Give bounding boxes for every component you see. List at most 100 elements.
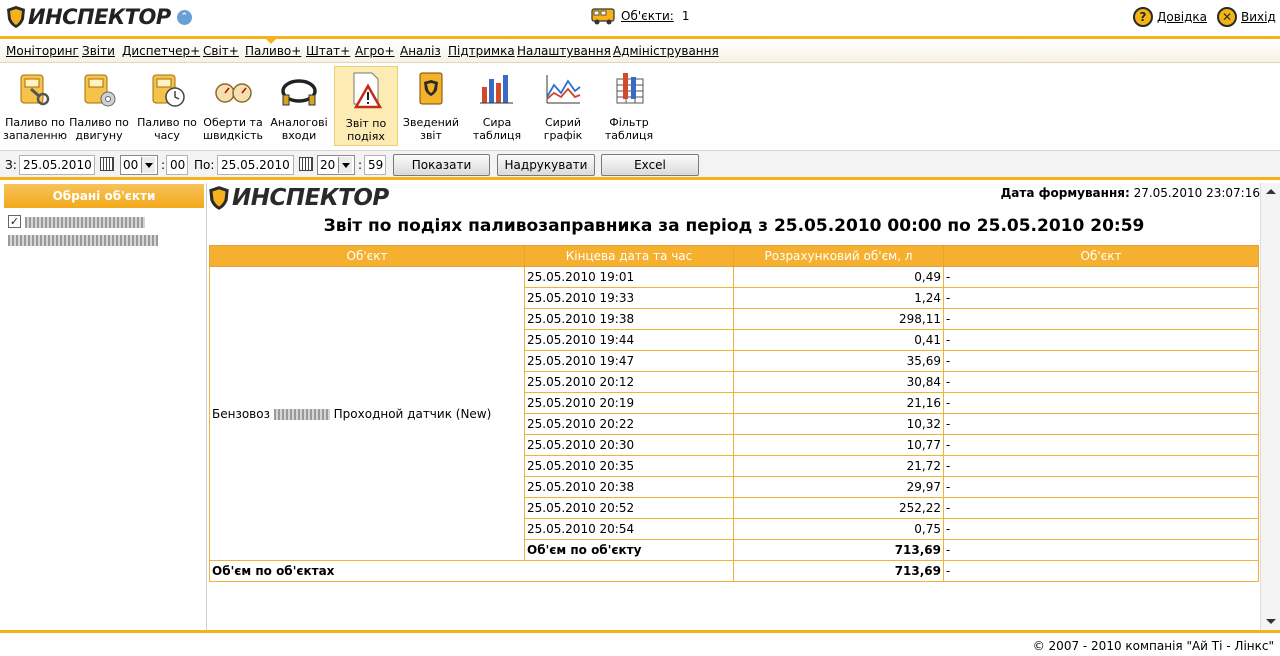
event-date-cell: 25.05.2010 19:47: [524, 350, 734, 372]
menu-item-settings[interactable]: Налаштування: [517, 44, 611, 58]
fuel-key-icon: [20, 74, 50, 106]
from-label: З:: [5, 158, 17, 172]
tool-label: Оберти та швидкість: [203, 116, 263, 142]
report-title: Звіт по подіях паливозаправника за періо…: [323, 216, 1145, 236]
cable-icon: [281, 79, 317, 106]
menu-item-agro[interactable]: Агро+: [355, 44, 395, 58]
event-date-cell: 25.05.2010 20:35: [524, 455, 734, 477]
menu-item-world[interactable]: Світ+: [203, 44, 239, 58]
chevron-down-icon: [141, 157, 156, 173]
exit-link[interactable]: ✕ Вихід: [1217, 7, 1276, 27]
menu-item-support[interactable]: Підтримка: [448, 44, 515, 58]
report-logo: ИНСПЕКТОР: [208, 185, 389, 211]
volume-cell: 21,72: [733, 455, 944, 477]
to-date-input[interactable]: 25.05.2010: [217, 155, 294, 175]
menu-item-reports[interactable]: Звіти: [82, 44, 115, 58]
to-minute-input[interactable]: 59: [364, 155, 386, 175]
menu-item-monitoring[interactable]: Моніторинг: [6, 44, 79, 58]
volume-cell: 252,22: [733, 497, 944, 519]
tool-label: Сира таблиця: [472, 116, 522, 142]
calendar-icon[interactable]: [299, 157, 313, 171]
menu-item-dispatcher[interactable]: Диспетчер+: [122, 44, 200, 58]
subtotal-note: -: [943, 539, 1259, 561]
tool-label: Паливо по часу: [137, 116, 197, 142]
tool-analog-inputs[interactable]: Аналогові входи: [267, 66, 331, 146]
generation-date-label: Дата формування:: [1000, 186, 1130, 200]
total-note: -: [943, 560, 1259, 582]
main-menu: Моніторинг Звіти Диспетчер+ Світ+ Паливо…: [0, 36, 1280, 63]
object-checkbox[interactable]: ✓: [8, 215, 21, 228]
note-cell: -: [943, 308, 1259, 330]
tool-fuel-by-time[interactable]: Паливо по часу: [135, 66, 199, 146]
object-name-redacted[interactable]: [25, 217, 145, 228]
to-hour-select[interactable]: 20: [317, 155, 356, 175]
exit-label: Вихід: [1241, 10, 1276, 24]
help-icon: ?: [1133, 7, 1153, 27]
volume-cell: 21,16: [733, 392, 944, 414]
menu-item-staff[interactable]: Штат+: [306, 44, 350, 58]
bar-chart-icon: [480, 75, 513, 104]
total-value: 713,69: [733, 560, 944, 582]
volume-cell: 1,24: [733, 287, 944, 309]
tool-label: Паливо по двигуну: [69, 116, 129, 142]
tool-summary-report[interactable]: Зведений звіт: [399, 66, 463, 146]
calendar-icon[interactable]: [100, 157, 114, 171]
app-logo[interactable]: ИНСПЕКТОР ⌃: [6, 5, 192, 29]
tool-raw-chart[interactable]: Сирий графік: [531, 66, 595, 146]
line-chart-icon: [546, 75, 581, 104]
chevron-down-icon: [338, 157, 353, 173]
show-button[interactable]: Показати: [393, 154, 490, 176]
event-date-cell: 25.05.2010 20:19: [524, 392, 734, 414]
tool-fuel-by-ignition[interactable]: Паливо по запаленню: [3, 66, 67, 146]
vertical-scrollbar[interactable]: [1260, 183, 1280, 630]
note-cell: -: [943, 413, 1259, 435]
volume-cell: 298,11: [733, 308, 944, 330]
from-date-input[interactable]: 25.05.2010: [19, 155, 95, 175]
object-suffix: Проходной датчик (New): [333, 406, 492, 421]
volume-cell: 0,49: [733, 266, 944, 288]
objects-link[interactable]: Об'єкти:: [621, 9, 674, 23]
event-date-cell: 25.05.2010 20:30: [524, 434, 734, 456]
event-date-cell: 25.05.2010 19:38: [524, 308, 734, 330]
shield-logo-icon: [209, 186, 229, 210]
filter-table-icon: [616, 73, 644, 104]
help-link[interactable]: ? Довідка: [1133, 7, 1207, 27]
volume-cell: 10,77: [733, 434, 944, 456]
warning-doc-icon: [353, 72, 383, 109]
table-header-row: Об'єкт Кінцева дата та час Розрахунковий…: [209, 245, 1259, 267]
from-minute-input[interactable]: 00: [166, 155, 188, 175]
from-hour-select[interactable]: 00: [120, 155, 159, 175]
column-header: Кінцева дата та час: [524, 245, 734, 267]
column-header: Об'єкт: [943, 245, 1259, 267]
tool-raw-table[interactable]: Сира таблиця: [465, 66, 529, 146]
note-cell: -: [943, 392, 1259, 414]
tool-events-report[interactable]: Звіт по подіях: [334, 66, 398, 146]
print-button[interactable]: Надрукувати: [497, 154, 595, 176]
copyright-text: © 2007 - 2010 компанія "Ай Ті - Лінкс": [1032, 639, 1274, 653]
object-prefix: Бензовоз: [212, 406, 270, 421]
tool-label: Сирий графік: [543, 116, 583, 142]
volume-cell: 10,32: [733, 413, 944, 435]
to-label: По:: [194, 158, 215, 172]
footer: © 2007 - 2010 компанія "Ай Ті - Лінкс": [0, 630, 1280, 656]
menu-item-analysis[interactable]: Аналіз: [400, 44, 441, 58]
menu-item-fuel[interactable]: Паливо+: [245, 44, 301, 58]
note-cell: -: [943, 350, 1259, 372]
scroll-up-icon[interactable]: [1266, 189, 1276, 194]
book-icon: [419, 72, 443, 105]
objects-indicator: Об'єкти: 1: [591, 6, 689, 26]
event-date-cell: 25.05.2010 20:38: [524, 476, 734, 498]
collapse-up-icon[interactable]: ⌃: [176, 9, 192, 25]
excel-button[interactable]: Excel: [601, 154, 699, 176]
tool-label: Паливо по запаленню: [3, 116, 67, 142]
fuel-clock-icon: [152, 74, 185, 107]
event-date-cell: 25.05.2010 19:44: [524, 329, 734, 351]
tool-fuel-by-engine[interactable]: Паливо по двигуну: [67, 66, 131, 146]
tool-label: Аналогові входи: [270, 116, 328, 142]
tool-filter-table[interactable]: Фільтр таблиця: [597, 66, 661, 146]
tool-rpm-speed[interactable]: Оберти та швидкість: [201, 66, 265, 146]
menu-item-administration[interactable]: Адміністрування: [613, 44, 719, 58]
scroll-down-icon[interactable]: [1266, 619, 1276, 624]
selected-objects-panel: Обрані об'єкти ✓: [0, 183, 207, 630]
event-date-cell: 25.05.2010 20:12: [524, 371, 734, 393]
